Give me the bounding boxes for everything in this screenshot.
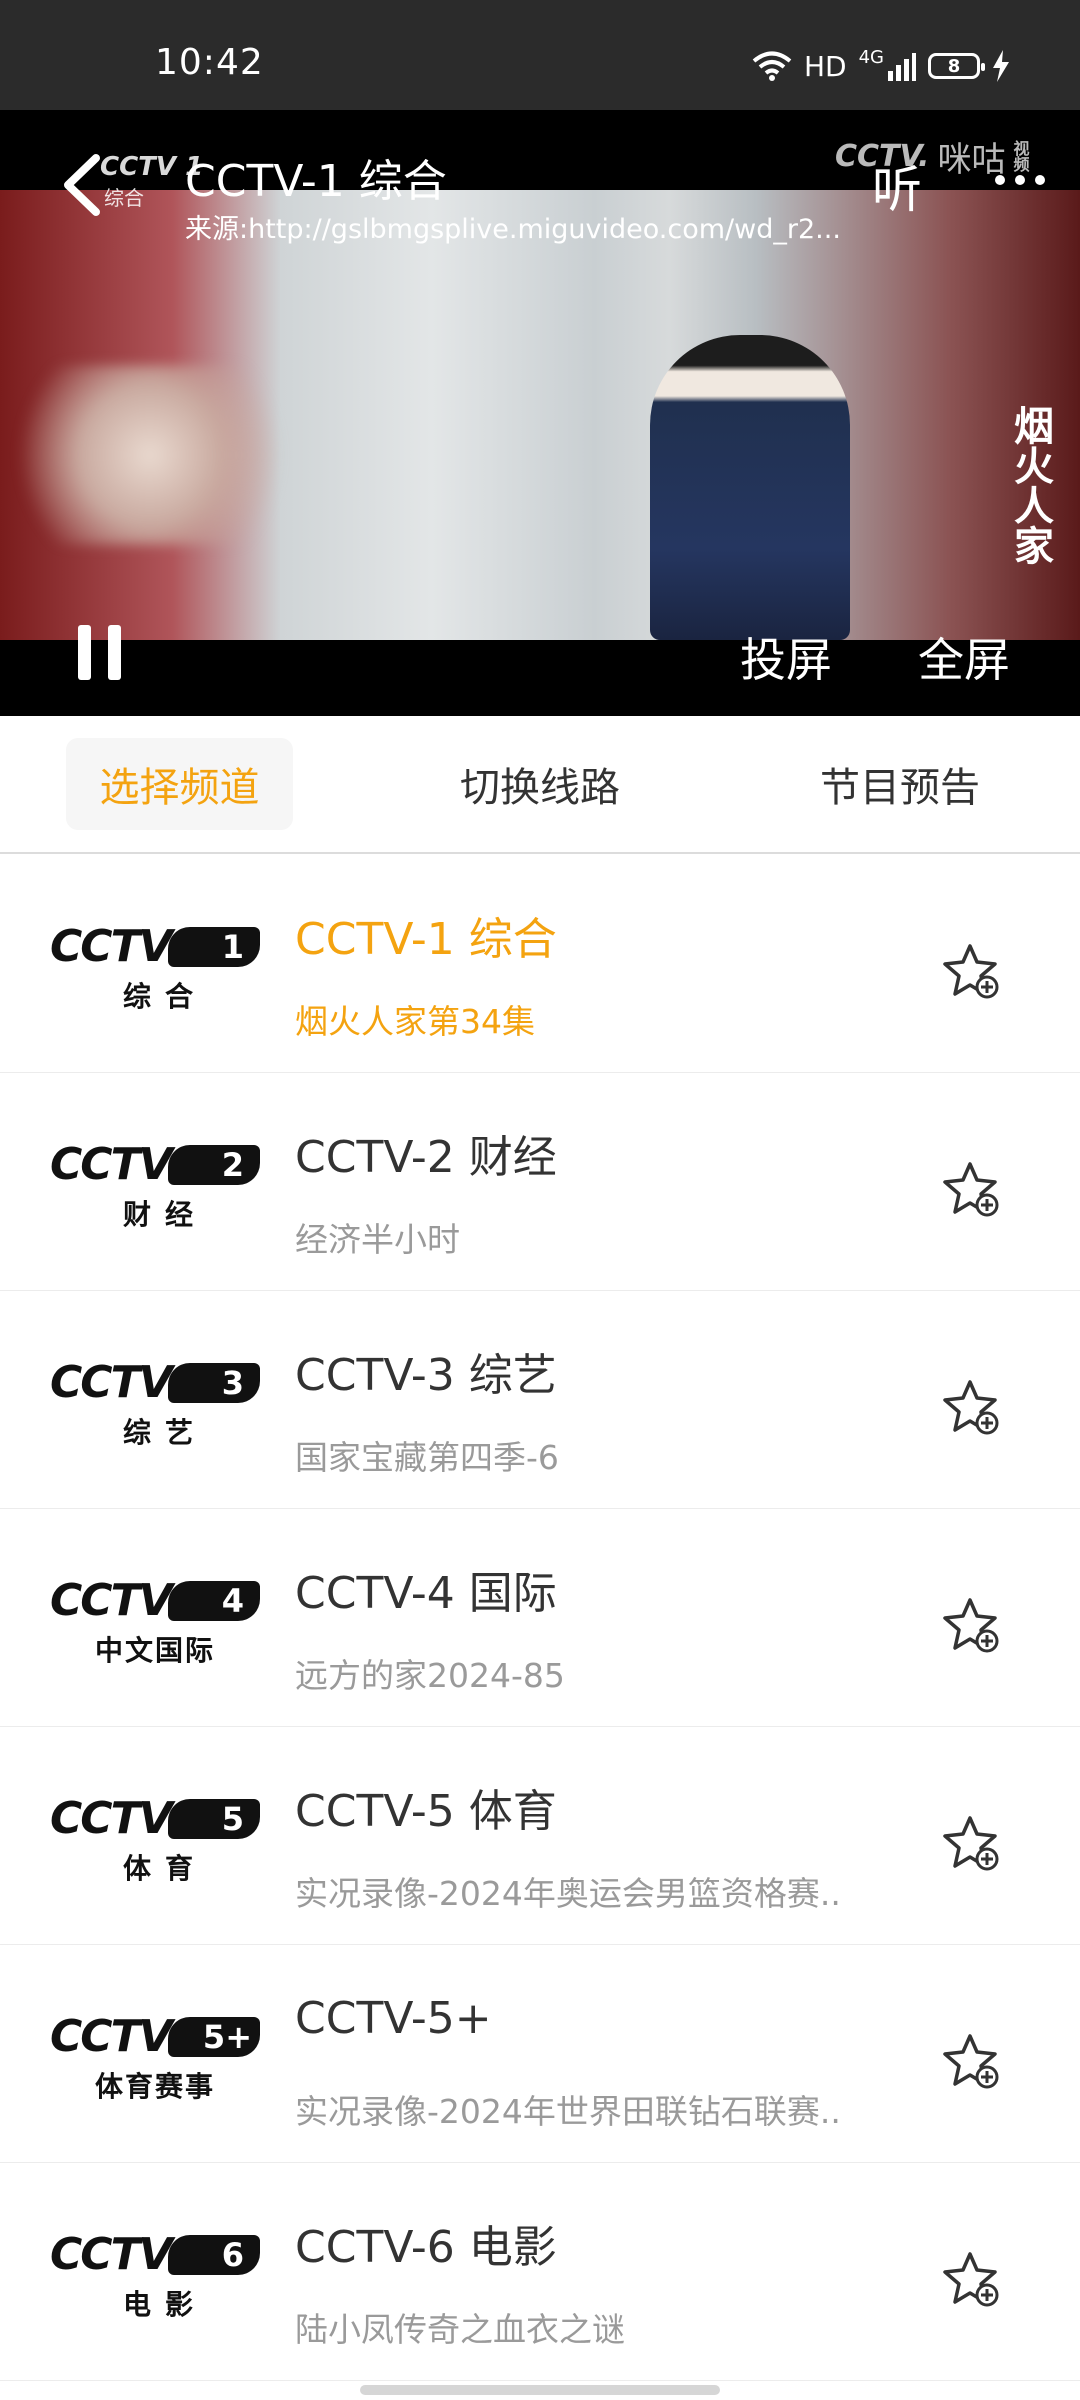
signal-icon [888,53,916,81]
channel-name: CCTV-1 综合 [295,914,557,965]
channel-logo-sub: 财经 [122,1198,207,1231]
status-time: 10:42 [155,42,264,83]
star-add-icon[interactable] [940,1376,1004,1440]
star-add-icon[interactable] [940,1812,1004,1876]
fullscreen-button[interactable]: 全屏 [918,624,1010,690]
channel-logo-number: 2 [168,1145,260,1185]
channel-row-5[interactable]: CCTV 5 体育 CCTV-5 体育 实况录像-2024年奥运会男篮资格赛.. [0,1727,1080,1945]
channel-logo: CCTV 3 综艺 [50,1359,260,1449]
channel-row-6[interactable]: CCTV 5+ 体育赛事 CCTV-5+ 实况录像-2024年世界田联钻石联赛.… [0,1945,1080,2163]
channel-name: CCTV-5 体育 [295,1786,557,1837]
channel-logo-number: 5 [168,1799,260,1839]
home-indicator[interactable] [360,2385,720,2395]
star-add-icon[interactable] [940,1158,1004,1222]
more-dots-icon[interactable] [990,150,1050,190]
channel-row-3[interactable]: CCTV 3 综艺 CCTV-3 综艺 国家宝藏第四季-6 [0,1291,1080,1509]
channel-logo-sub: 体育 [122,1852,207,1885]
back-arrow-icon[interactable] [56,150,106,220]
channel-logo: CCTV 2 财经 [50,1141,260,1231]
channel-row-7[interactable]: CCTV 6 电影 CCTV-6 电影 陆小凤传奇之血衣之谜 [0,2163,1080,2381]
star-add-icon[interactable] [940,940,1004,1004]
channel-name: CCTV-3 综艺 [295,1350,557,1401]
channel-logo-sub: 体育赛事 [94,2070,215,2103]
video-figure [650,335,850,640]
channel-row-4[interactable]: CCTV 4 中文国际 CCTV-4 国际 远方的家2024-85 [0,1509,1080,1727]
channel-logo-sub: 综合 [122,980,207,1013]
channel-logo-text: CCTV [50,1575,173,1626]
channel-logo: CCTV 5+ 体育赛事 [50,2013,260,2103]
channel-current-program: 远方的家2024-85 [295,1656,565,1695]
channel-current-program: 烟火人家第34集 [295,1002,535,1041]
channel-current-program: 国家宝藏第四季-6 [295,1438,559,1477]
channel-logo-sub: 综艺 [122,1416,207,1449]
channel-current-program: 实况录像-2024年世界田联钻石联赛.. [295,2092,841,2131]
network-label: 4G [858,47,884,68]
channel-logo-text: CCTV [50,921,173,972]
channel-row-2[interactable]: CCTV 2 财经 CCTV-2 财经 经济半小时 [0,1073,1080,1291]
tab-select-channel[interactable]: 选择频道 [66,738,293,830]
channel-current-program: 实况录像-2024年奥运会男篮资格赛.. [295,1874,841,1913]
channel-current-program: 陆小凤传奇之血衣之谜 [295,2310,625,2349]
tab-program-guide[interactable]: 节目预告 [780,738,1020,830]
player-title: CCTV-1 综合 [185,156,447,207]
pause-icon[interactable] [78,625,126,680]
channel-logo-number: 3 [168,1363,260,1403]
status-bar: 10:42 HD 4G 8 [0,0,1080,110]
channel-logo-sub: 电影 [122,2288,207,2321]
video-frame[interactable]: 烟火人家 [0,190,1080,640]
channel-logo: CCTV 4 中文国际 [50,1577,260,1667]
battery-indicator: 8 [928,53,985,79]
cast-button[interactable]: 投屏 [740,624,832,690]
channel-name: CCTV-2 财经 [295,1132,557,1183]
player-source: 来源:http://gslbmgsplive.miguvideo.com/wd_… [185,214,841,245]
channel-logo-number: 5+ [168,2017,260,2057]
channel-logo-text: CCTV [50,2011,173,2062]
wifi-icon [752,51,792,81]
channel-logo-number: 6 [168,2235,260,2275]
channel-logo-text: CCTV [50,1793,173,1844]
tab-switch-line[interactable]: 切换线路 [420,738,660,830]
listen-button[interactable]: 听 [872,150,922,222]
channel-logo-number: 4 [168,1581,260,1621]
channel-logo-text: CCTV [50,1357,173,1408]
channel-name: CCTV-4 国际 [295,1568,557,1619]
channel-logo-text: CCTV [50,1139,173,1190]
channel-logo: CCTV 1 综合 [50,923,260,1013]
show-title-overlay: 烟火人家 [1007,405,1054,565]
hd-label: HD [803,49,847,83]
status-icons: HD 4G 8 [752,46,1010,86]
channel-list: CCTV 1 综合 CCTV-1 综合 烟火人家第34集 CCTV 2 财经 C… [0,855,1080,2381]
channel-logo: CCTV 6 电影 [50,2231,260,2321]
tab-bar: 选择频道 切换线路 节目预告 [0,716,1080,854]
channel-current-program: 经济半小时 [295,1220,460,1259]
channel-logo-number: 1 [168,927,260,967]
channel-row-1[interactable]: CCTV 1 综合 CCTV-1 综合 烟火人家第34集 [0,855,1080,1073]
channel-logo: CCTV 5 体育 [50,1795,260,1885]
channel-logo-sub: 中文国际 [94,1634,215,1667]
video-blur-object [0,365,300,545]
channel-logo-text: CCTV [50,2229,173,2280]
star-add-icon[interactable] [940,2030,1004,2094]
charging-bolt-icon [993,50,1009,82]
star-add-icon[interactable] [940,2248,1004,2312]
channel-name: CCTV-6 电影 [295,2222,557,2273]
star-add-icon[interactable] [940,1594,1004,1658]
channel-name: CCTV-5+ [295,1993,492,2044]
